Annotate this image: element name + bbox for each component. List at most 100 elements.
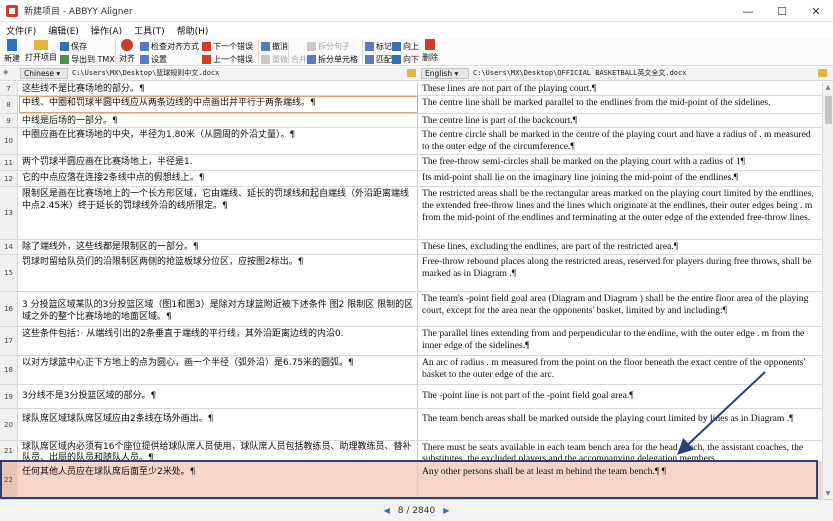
prev-page-icon[interactable]: ◀	[384, 506, 390, 515]
open-project-button[interactable]: 打开项目	[24, 39, 58, 63]
menu-tools[interactable]: 工具(T)	[128, 24, 171, 37]
source-cell[interactable]: 这些条件包括：· 从端线引出的2条垂直于端线的平行线，其外沿距离边线的内沿0.	[19, 327, 418, 355]
table-row[interactable]: 10 中圈应画在比赛场地的中央，半径为1.80米（从圆周的外沿丈量）。¶ The…	[0, 128, 822, 155]
menu-action[interactable]: 操作(A)	[85, 24, 128, 37]
row-number: 9	[0, 114, 18, 127]
new-button[interactable]: 新建	[2, 39, 22, 64]
row-number: 10	[0, 128, 18, 154]
table-row[interactable]: 14 除了端线外，这些线都是限制区的一部分。¶ These lines, exc…	[0, 240, 822, 255]
check-icon	[140, 41, 149, 51]
match-button[interactable]: 匹配	[365, 53, 392, 65]
source-cell[interactable]: 球队席区域内必须有16个座位提供给球队席人员使用，球队席人员包括教练员、助理教练…	[19, 441, 418, 461]
target-cell[interactable]: An arc of radius . m measured from the p…	[419, 356, 822, 384]
source-cell[interactable]: 限制区是画在比赛场地上的一个长方形区域，它由端线、延长的罚球线和起自端线（外沿距…	[19, 187, 418, 239]
target-cell[interactable]: Any other persons shall be at least m be…	[419, 462, 822, 498]
save-button[interactable]: 保存	[60, 40, 87, 52]
vertical-scrollbar[interactable]: ▲ ▼	[822, 82, 833, 499]
source-cell[interactable]: 除了端线外，这些线都是限制区的一部分。¶	[19, 240, 418, 254]
table-row[interactable]: 8 中线、中圈和罚球半圆中线应从两条边线的中点画出并平行于两条端线。¶ The …	[0, 96, 822, 114]
source-cell[interactable]: 这些线不是比赛场地的部分。¶	[19, 82, 418, 95]
source-cell[interactable]: 以对方球篮中心正下方地上的点为圆心，画一个半径（弧外沿）是6.75米的圆弧。¶	[19, 356, 418, 384]
close-button[interactable]: ✕	[799, 0, 833, 22]
check-alignment-button[interactable]: 检查对齐方式	[140, 40, 199, 52]
source-cell[interactable]: 中线是后场的一部分。¶	[19, 114, 418, 127]
split-sentence-button[interactable]: 拆分句子	[307, 40, 350, 52]
left-language-select[interactable]: Chinese ▾	[20, 68, 68, 79]
table-row[interactable]: 15 罚球时留给队员们的沿限制区两侧的抢篮板球分位区，应按图2标出。¶ Free…	[0, 255, 822, 292]
target-cell[interactable]: The centre circle shall be marked in the…	[419, 128, 822, 154]
left-open-folder-icon[interactable]	[407, 69, 416, 77]
move-down-button[interactable]: 向下	[392, 53, 419, 65]
table-row[interactable]: 9 中线是后场的一部分。¶ The centre line is part of…	[0, 114, 822, 128]
row-number: 21	[0, 441, 18, 461]
source-cell[interactable]: 它的中点应落在连接2条线中点的假想线上。¶	[19, 171, 418, 186]
delete-button[interactable]: 删除	[421, 39, 439, 63]
mark-icon	[365, 41, 374, 51]
source-cell[interactable]: 3 分投篮区域某队的3分投篮区域（图1和图3）是除对方球篮附近被下述条件 图2 …	[19, 292, 418, 326]
target-cell[interactable]: These lines, excluding the endlines, are…	[419, 240, 822, 254]
target-cell[interactable]: The centre line is part of the backcourt…	[419, 114, 822, 127]
target-cell[interactable]: Free-throw rebound places along the rest…	[419, 255, 822, 291]
menu-edit[interactable]: 编辑(E)	[42, 24, 85, 37]
target-cell[interactable]: There must be seats available in each te…	[419, 441, 822, 461]
table-row[interactable]: 7 这些线不是比赛场地的部分。¶ These lines are not par…	[0, 82, 822, 96]
align-button[interactable]: 对齐	[117, 39, 137, 64]
menu-file[interactable]: 文件(F)	[0, 24, 42, 37]
table-row-selected[interactable]: 22 任何其他人员应在球队席后面至少2米处。¶ Any other person…	[0, 462, 822, 499]
minimize-button[interactable]: —	[731, 0, 765, 22]
table-row[interactable]: 16 3 分投篮区域某队的3分投篮区域（图1和图3）是除对方球篮附近被下述条件 …	[0, 292, 822, 327]
source-cell[interactable]: 罚球时留给队员们的沿限制区两侧的抢篮板球分位区，应按图2标出。¶	[19, 255, 418, 291]
menu-help[interactable]: 帮助(H)	[171, 24, 215, 37]
maximize-button[interactable]: ☐	[765, 0, 799, 22]
next-page-icon[interactable]: ▶	[443, 506, 449, 515]
scroll-up-icon[interactable]: ▲	[823, 82, 833, 92]
source-cell[interactable]: 两个罚球半圆应画在比赛场地上，半径是1.	[19, 155, 418, 170]
target-cell[interactable]: The free-throw semi-circles shall be mar…	[419, 155, 822, 170]
align-icon	[121, 39, 133, 51]
table-row[interactable]: 11 两个罚球半圆应画在比赛场地上，半径是1. The free-throw s…	[0, 155, 822, 171]
target-cell[interactable]: The centre line shall be marked parallel…	[419, 96, 822, 113]
export-tmx-button[interactable]: 导出到 TMX	[60, 53, 115, 65]
prev-error-button[interactable]: 上一个错误	[202, 53, 253, 65]
right-open-folder-icon[interactable]	[818, 69, 827, 77]
source-cell[interactable]: 中圈应画在比赛场地的中央，半径为1.80米（从圆周的外沿丈量）。¶	[19, 128, 418, 154]
settings-button[interactable]: 设置	[140, 53, 167, 65]
table-row[interactable]: 19 3分线不是3分投篮区域的部分。¶ The -point line is n…	[0, 385, 822, 409]
row-number: 11	[0, 155, 18, 170]
undo-button[interactable]: 撤消	[261, 40, 288, 52]
redo-button[interactable]: 重做	[261, 53, 288, 65]
table-row[interactable]: 20 球队席区域球队席区域应由2条线在场外画出。¶ The team bench…	[0, 409, 822, 441]
next-error-button[interactable]: 下一个错误	[202, 40, 253, 52]
move-up-button[interactable]: 向上	[392, 40, 419, 52]
table-row[interactable]: 13 限制区是画在比赛场地上的一个长方形区域，它由端线、延长的罚球线和起自端线（…	[0, 187, 822, 240]
export-icon	[60, 54, 69, 64]
scroll-thumb[interactable]	[825, 96, 832, 124]
target-cell[interactable]: The team bench areas shall be marked out…	[419, 409, 822, 440]
mark-button[interactable]: 标记	[365, 40, 392, 52]
target-cell[interactable]: The parallel lines extending from and pe…	[419, 327, 822, 355]
target-cell[interactable]: The -point line is not part of the -poin…	[419, 385, 822, 408]
target-cell[interactable]: The restricted areas shall be the rectan…	[419, 187, 822, 239]
arrow-down-icon	[392, 54, 401, 64]
table-row[interactable]: 12 它的中点应落在连接2条线中点的假想线上。¶ Its mid-point s…	[0, 171, 822, 187]
right-document-path: C:\Users\MX\Desktop\OFFICIAL BASKETBALL英…	[473, 69, 687, 77]
target-cell[interactable]: The team's -point field goal area (Diagr…	[419, 292, 822, 326]
table-row[interactable]: 17 这些条件包括：· 从端线引出的2条垂直于端线的平行线，其外沿距离边线的内沿…	[0, 327, 822, 356]
right-language-select[interactable]: English ▾	[421, 68, 469, 79]
target-cell[interactable]: Its mid-point shall lie on the imaginary…	[419, 171, 822, 186]
table-row[interactable]: 21 球队席区域内必须有16个座位提供给球队席人员使用，球队席人员包括教练员、助…	[0, 441, 822, 462]
source-cell[interactable]: 中线、中圈和罚球半圆中线应从两条边线的中点画出并平行于两条端线。¶	[19, 96, 418, 113]
scroll-down-icon[interactable]: ▼	[823, 488, 833, 498]
source-cell[interactable]: 球队席区域球队席区域应由2条线在场外画出。¶	[19, 409, 418, 440]
row-number: 14	[0, 240, 18, 254]
check-align-label: 检查对齐方式	[151, 41, 199, 51]
source-cell[interactable]: 任何其他人员应在球队席后面至少2米处。¶	[19, 462, 418, 498]
arrow-up-icon	[392, 41, 401, 51]
save-label: 保存	[71, 41, 87, 51]
table-row[interactable]: 18 以对方球篮中心正下方地上的点为圆心，画一个半径（弧外沿）是6.75米的圆弧…	[0, 356, 822, 385]
source-cell[interactable]: 3分线不是3分投篮区域的部分。¶	[19, 385, 418, 408]
target-cell[interactable]: These lines are not part of the playing …	[419, 82, 822, 95]
split-cell-button[interactable]: 拆分单元格	[307, 53, 358, 65]
merge-button[interactable]: 合并	[291, 53, 307, 65]
alignment-grid: 7 这些线不是比赛场地的部分。¶ These lines are not par…	[0, 82, 822, 499]
